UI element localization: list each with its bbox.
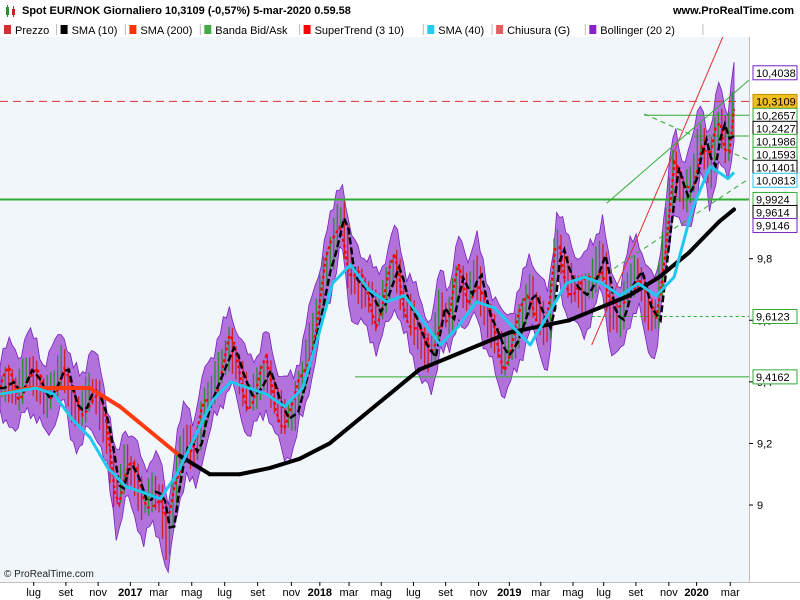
price-tag-label: 9,9924 (756, 194, 790, 206)
price-tag: 10,1401 (752, 159, 798, 175)
price-tag: 10,4038 (752, 65, 798, 81)
sma200-segment (357, 392, 392, 421)
price-tag-label: 10,0813 (756, 175, 796, 187)
price-tag-label: 10,1593 (756, 149, 796, 161)
price-tag: 9,4162 (752, 369, 798, 385)
sma200-segment (387, 367, 422, 397)
price-tag-label: 10,1986 (756, 136, 796, 148)
price-tag-label: 10,3109 (756, 96, 796, 108)
x-tick-label: set (438, 587, 453, 599)
x-tick-label: mar (149, 587, 168, 599)
price-tag-label: 10,2657 (756, 110, 796, 122)
y-tick-label: 9,2 (757, 438, 772, 450)
sma200-segment (327, 416, 362, 446)
x-tick-label: lug (406, 587, 421, 599)
x-tick-label: 2018 (308, 587, 332, 599)
price-tag: 9,9146 (752, 217, 798, 233)
price-tag-label: 10,2427 (756, 123, 796, 135)
x-tick-label: 2019 (497, 587, 521, 599)
copyright-text: © ProRealTime.com (4, 569, 94, 580)
x-tick-label: mag (562, 587, 583, 599)
x-tick-label: set (59, 587, 74, 599)
price-tag-label: 10,1401 (756, 162, 796, 174)
sma200-segment (687, 219, 722, 255)
price-tag: 10,2427 (752, 120, 798, 136)
price-tag: 10,2657 (752, 107, 798, 123)
plot-layer (0, 37, 749, 574)
price-tag: 10,1986 (752, 133, 798, 149)
price-tag-label: 9,9146 (756, 220, 790, 232)
price-tag: 9,9924 (752, 191, 798, 207)
price-tag: 9,9614 (752, 204, 798, 220)
x-tick-label: mag (371, 587, 392, 599)
y-tick-label: 9,8 (757, 254, 772, 266)
x-tick-label: mar (721, 587, 740, 599)
x-tick-label: 2017 (118, 587, 142, 599)
x-tick-label: lug (26, 587, 41, 599)
y-tick-label: 9 (757, 500, 763, 512)
price-tag: 10,3109 (752, 93, 798, 109)
x-tick-label: nov (470, 587, 488, 599)
sma200-segment (117, 404, 152, 434)
x-tick-label: set (629, 587, 644, 599)
sma200-segment (237, 466, 272, 477)
price-tag-label: 9,9614 (756, 207, 790, 219)
sma200-segment (717, 207, 737, 224)
x-tick-label: lug (217, 587, 232, 599)
x-tick-label: mar (340, 587, 359, 599)
x-tick-label: nov (282, 587, 300, 599)
price-tag: 10,0813 (752, 172, 798, 188)
x-tick-label: set (250, 587, 265, 599)
x-tick-label: lug (596, 587, 611, 599)
chart-canvas: 99,29,49,69,810,403810,310910,265710,242… (0, 37, 798, 599)
x-tick-label: nov (660, 587, 678, 599)
x-tick-label: 2020 (684, 587, 708, 599)
price-tag: 10,1593 (752, 146, 798, 162)
x-tick-label: mar (531, 587, 550, 599)
price-tag: 9,6123 (752, 308, 798, 324)
sma200-segment (147, 429, 182, 458)
sma200-segment (447, 342, 482, 360)
price-tag-label: 10,4038 (756, 68, 796, 80)
price-tag-label: 9,6123 (756, 311, 790, 323)
price-tag-label: 9,4162 (756, 372, 790, 384)
sma200-segment (297, 441, 332, 461)
x-tick-label: nov (89, 587, 107, 599)
x-tick-label: mag (181, 587, 202, 599)
